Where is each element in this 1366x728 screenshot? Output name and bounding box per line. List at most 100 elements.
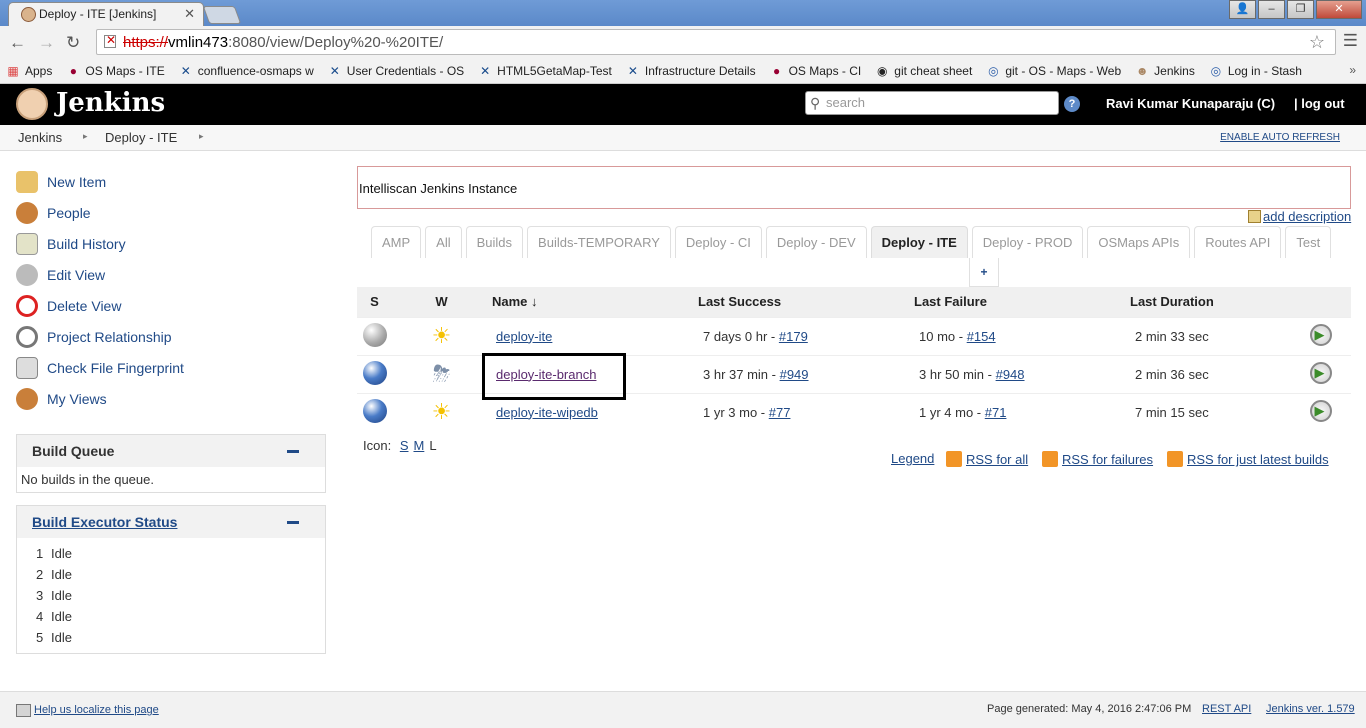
task-project-relationship[interactable]: Project Relationship bbox=[16, 321, 326, 352]
executor-status-link[interactable]: Build Executor Status bbox=[32, 514, 177, 530]
bookmark-confluence[interactable]: ✕ confluence-osmaps w bbox=[179, 64, 314, 78]
maximize-button[interactable]: ❐ bbox=[1287, 0, 1314, 19]
rss-latest-link[interactable]: RSS for just latest builds bbox=[1167, 451, 1329, 467]
schedule-build-icon[interactable] bbox=[1309, 399, 1332, 422]
collapse-icon[interactable] bbox=[287, 450, 299, 453]
task-my-views[interactable]: My Views bbox=[16, 383, 326, 414]
user-icon[interactable]: 👤 bbox=[1229, 0, 1256, 19]
tab-builds-temporary[interactable]: Builds-TEMPORARY bbox=[527, 226, 671, 258]
task-delete-view[interactable]: Delete View bbox=[16, 290, 326, 321]
build-link[interactable]: #949 bbox=[780, 367, 809, 382]
browser-tab[interactable]: Deploy - ITE [Jenkins] ✕ bbox=[8, 2, 204, 26]
task-edit-view[interactable]: Edit View bbox=[16, 259, 326, 290]
tab-deploy-ite[interactable]: Deploy - ITE bbox=[870, 226, 968, 258]
back-arrow-icon[interactable]: ← bbox=[9, 33, 26, 53]
tab-osmaps-apis[interactable]: OSMaps APIs bbox=[1087, 226, 1191, 258]
breadcrumb-deploy-ite[interactable]: Deploy - ITE bbox=[105, 130, 177, 145]
jenkins-title[interactable]: Jenkins bbox=[56, 88, 165, 118]
tab-deploy-prod[interactable]: Deploy - PROD bbox=[971, 226, 1084, 258]
legend-link[interactable]: Legend bbox=[891, 451, 934, 466]
rss-icon bbox=[946, 451, 962, 467]
task-new-item[interactable]: New Item bbox=[16, 166, 326, 197]
bookmarks-overflow-icon[interactable]: » bbox=[1349, 63, 1356, 77]
new-tab-button[interactable] bbox=[202, 6, 242, 24]
breadcrumb-separator-icon[interactable]: ▸ bbox=[83, 131, 88, 142]
logout-link[interactable]: | log out bbox=[1294, 96, 1345, 111]
tab-test[interactable]: Test bbox=[1285, 226, 1332, 258]
jenkins-version-link[interactable]: Jenkins ver. 1.579 bbox=[1266, 703, 1355, 715]
gear-icon bbox=[16, 263, 38, 286]
col-status[interactable]: S bbox=[357, 287, 392, 317]
col-last-failure[interactable]: Last Failure bbox=[914, 287, 1130, 317]
col-last-duration[interactable]: Last Duration bbox=[1130, 287, 1290, 317]
forward-arrow-icon[interactable]: → bbox=[38, 33, 55, 53]
col-name[interactable]: Name ↓ bbox=[491, 287, 698, 317]
url-input[interactable]: https://vmlin473:8080/view/Deploy%20-%20… bbox=[96, 29, 1336, 55]
tab-all[interactable]: All bbox=[425, 226, 462, 258]
status-ball-icon[interactable] bbox=[362, 398, 387, 423]
bookmark-html5getamap[interactable]: ✕ HTML5GetaMap-Test bbox=[478, 64, 612, 78]
jenkins-logo-icon[interactable] bbox=[16, 88, 48, 120]
add-description-link[interactable]: add description bbox=[1248, 209, 1351, 224]
bookmark-osmaps-ite[interactable]: ● OS Maps - ITE bbox=[66, 64, 165, 78]
table-header-row: S W Name ↓ Last Success Last Failure Las… bbox=[357, 287, 1351, 317]
tab-builds[interactable]: Builds bbox=[465, 226, 524, 258]
tab-amp[interactable]: AMP bbox=[371, 226, 422, 258]
rss-icon bbox=[1042, 451, 1058, 467]
breadcrumb: Jenkins ▸ Deploy - ITE ▸ ENABLE AUTO REF… bbox=[0, 125, 1366, 151]
col-weather[interactable]: W bbox=[392, 287, 491, 317]
user-name-link[interactable]: Ravi Kumar Kunaparaju (C) bbox=[1106, 96, 1275, 111]
icon-size-small[interactable]: S bbox=[400, 438, 409, 453]
executor-row: 5 Idle bbox=[36, 630, 72, 645]
icon-size-medium[interactable]: M bbox=[413, 438, 424, 453]
job-link[interactable]: deploy-ite bbox=[496, 329, 552, 344]
executor-pane: Build Executor Status 1 Idle 2 Idle 3 Idle … bbox=[16, 505, 326, 654]
tab-deploy-dev[interactable]: Deploy - DEV bbox=[765, 226, 867, 258]
edit-icon bbox=[1248, 210, 1261, 223]
bookmark-git-cheat-sheet[interactable]: ◉ git cheat sheet bbox=[875, 64, 972, 78]
rss-failures-link[interactable]: RSS for failures bbox=[1042, 451, 1153, 467]
job-link[interactable]: deploy-ite-wipedb bbox=[496, 405, 598, 420]
bookmark-infrastructure[interactable]: ✕ Infrastructure Details bbox=[626, 64, 756, 78]
search-input[interactable]: ⚲ search bbox=[805, 91, 1059, 115]
rss-all-link[interactable]: RSS for all bbox=[946, 451, 1028, 467]
bookmark-stash[interactable]: ◎ Log in - Stash bbox=[1209, 64, 1302, 78]
build-link[interactable]: #154 bbox=[967, 329, 996, 344]
build-link[interactable]: #77 bbox=[769, 405, 791, 420]
bookmark-git-os-maps[interactable]: ◎ git - OS - Maps - Web bbox=[986, 64, 1121, 78]
enable-auto-refresh-link[interactable]: ENABLE AUTO REFRESH bbox=[1220, 132, 1340, 143]
icon-size-large[interactable]: L bbox=[429, 438, 436, 453]
bookmark-osmaps-ci[interactable]: ● OS Maps - CI bbox=[770, 64, 861, 78]
build-link[interactable]: #948 bbox=[996, 367, 1025, 382]
tab-routes-api[interactable]: Routes API bbox=[1194, 226, 1282, 258]
bookmark-apps[interactable]: ▦ Apps bbox=[6, 64, 52, 78]
task-build-history[interactable]: Build History bbox=[16, 228, 326, 259]
magnifier-icon bbox=[16, 325, 38, 348]
build-link[interactable]: #71 bbox=[985, 405, 1007, 420]
task-people[interactable]: People bbox=[16, 197, 326, 228]
collapse-icon[interactable] bbox=[287, 521, 299, 524]
reload-icon[interactable]: ↻ bbox=[66, 33, 80, 53]
chrome-menu-icon[interactable]: ☰ bbox=[1343, 31, 1358, 51]
schedule-build-icon[interactable] bbox=[1309, 361, 1332, 384]
minimize-button[interactable]: – bbox=[1258, 0, 1285, 19]
col-last-success[interactable]: Last Success bbox=[698, 287, 914, 317]
breadcrumb-jenkins[interactable]: Jenkins bbox=[18, 130, 62, 145]
status-ball-icon[interactable] bbox=[362, 360, 387, 385]
breadcrumb-separator-icon[interactable]: ▸ bbox=[199, 131, 204, 142]
help-localize-link[interactable]: Help us localize this page bbox=[34, 704, 159, 716]
add-view-tab[interactable]: + bbox=[969, 258, 999, 287]
close-window-button[interactable]: ✕ bbox=[1316, 0, 1362, 19]
close-tab-icon[interactable]: ✕ bbox=[184, 6, 195, 22]
task-check-file-fingerprint[interactable]: Check File Fingerprint bbox=[16, 352, 326, 383]
rest-api-link[interactable]: REST API bbox=[1202, 703, 1251, 715]
bookmark-jenkins[interactable]: ☻ Jenkins bbox=[1135, 64, 1195, 78]
executor-header: Build Executor Status bbox=[17, 506, 325, 538]
tab-deploy-ci[interactable]: Deploy - CI bbox=[674, 226, 762, 258]
schedule-build-icon[interactable] bbox=[1309, 323, 1332, 346]
bookmark-user-credentials[interactable]: ✕ User Credentials - OS bbox=[328, 64, 464, 78]
build-link[interactable]: #179 bbox=[779, 329, 808, 344]
status-ball-icon[interactable] bbox=[362, 322, 387, 347]
bookmark-star-icon[interactable]: ☆ bbox=[1309, 32, 1325, 53]
help-icon[interactable]: ? bbox=[1064, 96, 1080, 112]
